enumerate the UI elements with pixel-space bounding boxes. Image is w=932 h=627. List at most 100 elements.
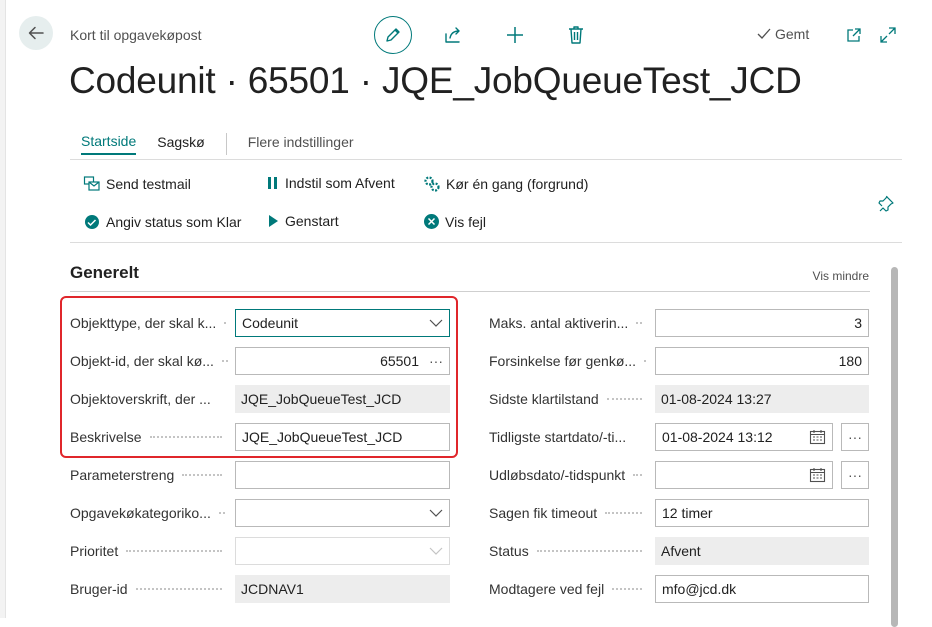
run-once-action[interactable]: Kør én gang (forgrund) bbox=[423, 175, 588, 193]
tab-sagsko[interactable]: Sagskø bbox=[157, 134, 204, 154]
field-status: Status bbox=[489, 537, 648, 565]
earliest-start-value: 01-08-2024 13:12 bbox=[662, 429, 773, 445]
job-timeout-value: 12 timer bbox=[662, 505, 713, 521]
share-icon bbox=[445, 27, 460, 43]
pencil-icon bbox=[386, 28, 400, 42]
set-ready-action[interactable]: Angiv status som Klar bbox=[83, 213, 241, 231]
field-label: Sidste klartilstand bbox=[489, 391, 599, 407]
field-label: Objekt-id, der skal kø... bbox=[70, 353, 214, 369]
field-earliest-start: Tidligste startdato/-ti... bbox=[489, 423, 648, 451]
set-ready-label: Angiv status som Klar bbox=[106, 214, 242, 230]
calendar-icon[interactable] bbox=[809, 467, 826, 483]
back-arrow-icon bbox=[28, 26, 44, 40]
object-id-input[interactable]: 65501 ··· bbox=[235, 347, 450, 375]
object-caption-value: JQE_JobQueueTest_JCD bbox=[241, 391, 402, 407]
last-ready-state-value: 01-08-2024 13:27 bbox=[661, 391, 772, 407]
label-dots bbox=[536, 550, 642, 552]
expiration-input[interactable] bbox=[655, 461, 833, 489]
edit-button[interactable] bbox=[374, 16, 412, 54]
show-less-link[interactable]: Vis mindre bbox=[813, 269, 869, 283]
label-dots bbox=[182, 474, 222, 476]
chevron-down-icon bbox=[429, 509, 443, 517]
tab-divider-line bbox=[70, 159, 902, 160]
calendar-icon[interactable] bbox=[809, 429, 826, 445]
expand-icon bbox=[880, 27, 896, 43]
field-max-attempts: Maks. antal aktiverin... bbox=[489, 309, 648, 337]
tab-divider bbox=[225, 133, 227, 155]
field-label: Objektoverskrift, der ... bbox=[70, 391, 211, 407]
description-input[interactable]: JQE_JobQueueTest_JCD bbox=[235, 423, 450, 451]
job-timeout-input[interactable]: 12 timer bbox=[655, 499, 869, 527]
field-label: Objekttype, der skal k... bbox=[70, 315, 217, 331]
label-dots bbox=[606, 398, 642, 400]
user-id-value: JCDNAV1 bbox=[241, 581, 304, 597]
object-caption-value-box: JQE_JobQueueTest_JCD bbox=[235, 385, 450, 413]
label-dots bbox=[224, 322, 228, 324]
user-id-value-box: JCDNAV1 bbox=[235, 575, 450, 603]
restart-label: Genstart bbox=[285, 213, 339, 229]
field-expiration: Udløbsdato/-tidspunkt bbox=[489, 461, 648, 489]
checkmark-icon bbox=[757, 28, 771, 39]
saved-label: Gemt bbox=[775, 26, 810, 42]
object-id-value: 65501 bbox=[380, 353, 419, 369]
field-label: Bruger-id bbox=[70, 581, 128, 597]
job-queue-category-select[interactable] bbox=[235, 499, 450, 527]
set-on-hold-label: Indstil som Afvent bbox=[285, 175, 395, 191]
new-button[interactable] bbox=[504, 24, 526, 46]
set-on-hold-action[interactable]: Indstil som Afvent bbox=[266, 175, 395, 191]
status-value: Afvent bbox=[661, 543, 701, 559]
field-label: Udløbsdato/-tidspunkt bbox=[489, 467, 626, 483]
section-title-generelt: Generelt bbox=[70, 263, 139, 282]
send-testmail-action[interactable]: Send testmail bbox=[83, 175, 191, 193]
chevron-down-icon bbox=[429, 547, 443, 555]
rerun-delay-input[interactable]: 180 bbox=[655, 347, 869, 375]
share-button[interactable] bbox=[442, 24, 464, 46]
tab-bar: Startside Sagskø Flere indstillinger bbox=[81, 133, 354, 155]
label-dots bbox=[633, 474, 642, 476]
label-dots bbox=[135, 588, 222, 590]
pin-actions-button[interactable] bbox=[875, 193, 897, 215]
lookup-ellipsis-icon[interactable]: ··· bbox=[429, 353, 443, 369]
tab-more-settings[interactable]: Flere indstillinger bbox=[248, 134, 354, 154]
tab-startside[interactable]: Startside bbox=[81, 133, 137, 155]
actions-divider-line bbox=[70, 242, 902, 243]
priority-select[interactable] bbox=[235, 537, 450, 565]
earliest-start-more-button[interactable]: ··· bbox=[841, 423, 869, 451]
show-error-label: Vis fejl bbox=[445, 213, 486, 230]
field-label: Maks. antal aktiverin... bbox=[489, 315, 629, 331]
delete-button[interactable] bbox=[565, 24, 587, 46]
label-dots bbox=[221, 360, 228, 362]
field-label: Status bbox=[489, 543, 529, 559]
show-error-action[interactable]: Vis fejl bbox=[423, 213, 486, 230]
field-label: Modtagere ved fejl bbox=[489, 581, 605, 597]
field-description: Beskrivelse bbox=[70, 423, 228, 451]
label-dots bbox=[644, 360, 648, 362]
rerun-delay-value: 180 bbox=[838, 353, 862, 369]
restart-action[interactable]: Genstart bbox=[266, 213, 339, 229]
max-attempts-input[interactable]: 3 bbox=[655, 309, 869, 337]
field-parameter-string: Parameterstreng bbox=[70, 461, 228, 489]
error-icon bbox=[424, 214, 439, 229]
field-object-id: Objekt-id, der skal kø... bbox=[70, 347, 228, 375]
max-attempts-value: 3 bbox=[854, 315, 862, 331]
back-button[interactable] bbox=[19, 16, 53, 50]
object-type-select[interactable]: Codeunit bbox=[235, 309, 450, 337]
open-new-window-button[interactable] bbox=[843, 24, 865, 46]
pin-icon bbox=[878, 195, 894, 212]
error-recipients-input[interactable]: mfo@jcd.dk bbox=[655, 575, 869, 603]
page-title: Codeunit · 65501 · JQE_JobQueueTest_JCD bbox=[69, 60, 802, 101]
field-object-caption: Objektoverskrift, der ... bbox=[70, 385, 228, 413]
top-action-bar bbox=[374, 16, 587, 54]
field-label: Opgavekøkategoriko... bbox=[70, 505, 211, 521]
chevron-down-icon bbox=[429, 319, 443, 327]
label-dots bbox=[605, 512, 642, 514]
expiration-more-button[interactable]: ··· bbox=[841, 461, 869, 489]
status-ready-icon bbox=[85, 215, 99, 229]
expand-button[interactable] bbox=[877, 24, 899, 46]
scrollbar-thumb[interactable] bbox=[891, 267, 898, 627]
field-job-queue-category: Opgavekøkategoriko... bbox=[70, 499, 228, 527]
field-priority: Prioritet bbox=[70, 537, 228, 565]
earliest-start-input[interactable]: 01-08-2024 13:12 bbox=[655, 423, 833, 451]
run-once-label: Kør én gang (forgrund) bbox=[446, 176, 589, 192]
parameter-string-input[interactable] bbox=[235, 461, 450, 489]
